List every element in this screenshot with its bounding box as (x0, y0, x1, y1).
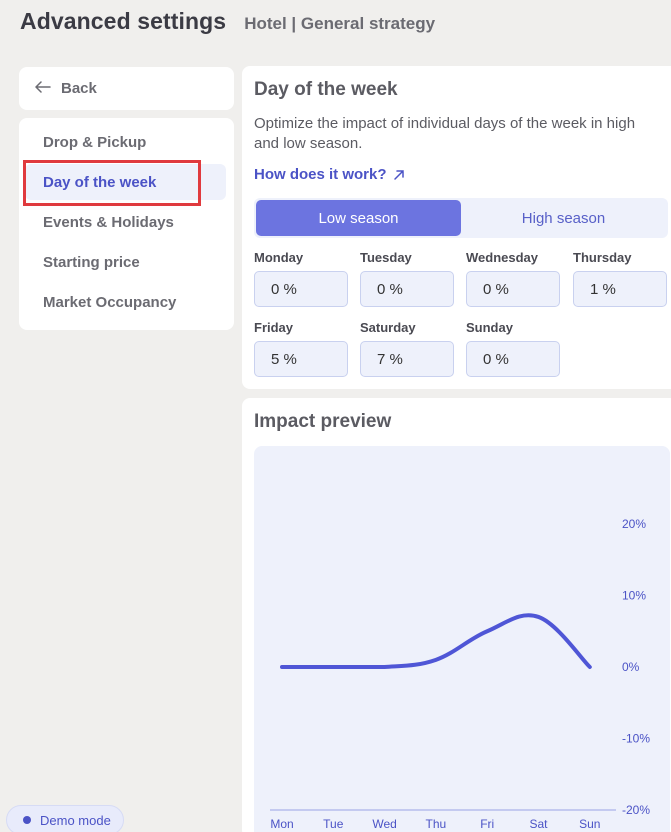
y-tick-label: 0% (622, 660, 640, 674)
high-season-tab[interactable]: High season (461, 200, 666, 236)
sunday-input[interactable]: 0 % (466, 341, 560, 377)
day-field-saturday: Saturday 7 % (360, 320, 454, 377)
monday-input[interactable]: 0 % (254, 271, 348, 307)
back-label: Back (61, 80, 97, 97)
day-field-sunday: Sunday 0 % (466, 320, 560, 377)
x-tick-label: Sun (579, 817, 600, 831)
x-tick-label: Wed (372, 817, 396, 831)
day-label: Wednesday (466, 250, 539, 265)
section-title: Day of the week (254, 79, 398, 100)
y-tick-label: 10% (622, 589, 646, 603)
impact-title: Impact preview (254, 411, 392, 432)
page-title: Advanced settings (20, 8, 227, 34)
series-line (280, 613, 592, 669)
external-link-icon (393, 166, 405, 185)
day-label: Tuesday (360, 250, 412, 265)
page-header: Advanced settings Hotel | General strate… (20, 8, 435, 35)
day-field-friday: Friday 5 % (254, 320, 348, 377)
nav-item-market-occupancy[interactable]: Market Occupancy (25, 284, 226, 320)
x-tick-label: Mon (270, 817, 293, 831)
x-tick-label: Tue (323, 817, 344, 831)
impact-chart-area: 20% 10% 0% -10% -20% Mon Tue Wed Thu Fri Sat Sun (254, 446, 670, 832)
impact-preview-card: Impact preview 20% 10% 0% -10% -20% Mon Tue Wed… (242, 398, 671, 832)
nav-item-events-holidays[interactable]: Events & Holidays (25, 204, 226, 240)
day-of-week-card: Day of the week Optimize the impact of i… (242, 66, 671, 389)
impact-chart: 20% 10% 0% -10% -20% Mon Tue Wed Thu Fri Sat Sun (270, 517, 650, 831)
section-description: Optimize the impact of individual days o… (254, 115, 636, 152)
demo-mode-badge[interactable]: Demo mode (6, 805, 124, 832)
day-label: Friday (254, 320, 294, 335)
day-field-thursday: Thursday 1 % (573, 250, 667, 307)
day-label: Thursday (573, 250, 632, 265)
demo-mode-label: Demo mode (40, 812, 111, 828)
x-tick-label: Sat (529, 817, 548, 831)
saturday-input[interactable]: 7 % (360, 341, 454, 377)
x-tick-label: Thu (426, 817, 447, 831)
day-label: Saturday (360, 320, 416, 335)
status-dot-icon (23, 816, 31, 824)
day-label: Monday (254, 250, 304, 265)
y-tick-label: -10% (622, 732, 650, 746)
nav-item-day-of-week[interactable]: Day of the week (25, 164, 226, 200)
page-subtitle: Hotel | General strategy (244, 14, 436, 33)
friday-input[interactable]: 5 % (254, 341, 348, 377)
day-label: Sunday (466, 320, 513, 335)
thursday-input[interactable]: 1 % (573, 271, 667, 307)
season-toggle: Low season High season (254, 198, 668, 238)
how-does-it-work-link[interactable]: How does it work? (254, 166, 405, 185)
y-tick-label: -20% (622, 803, 650, 817)
back-button[interactable]: Back (19, 67, 234, 110)
nav-item-drop-pickup[interactable]: Drop & Pickup (25, 124, 226, 160)
day-field-wednesday: Wednesday 0 % (466, 250, 560, 307)
wednesday-input[interactable]: 0 % (466, 271, 560, 307)
settings-nav: Drop & Pickup Day of the week Events & H… (19, 118, 234, 330)
nav-item-starting-price[interactable]: Starting price (25, 244, 226, 280)
tuesday-input[interactable]: 0 % (360, 271, 454, 307)
x-tick-label: Fri (480, 817, 494, 831)
y-tick-label: 20% (622, 517, 646, 531)
arrow-left-icon (35, 80, 51, 97)
link-label: How does it work? (254, 166, 387, 183)
low-season-tab[interactable]: Low season (256, 200, 461, 236)
day-field-monday: Monday 0 % (254, 250, 348, 307)
day-field-tuesday: Tuesday 0 % (360, 250, 454, 307)
